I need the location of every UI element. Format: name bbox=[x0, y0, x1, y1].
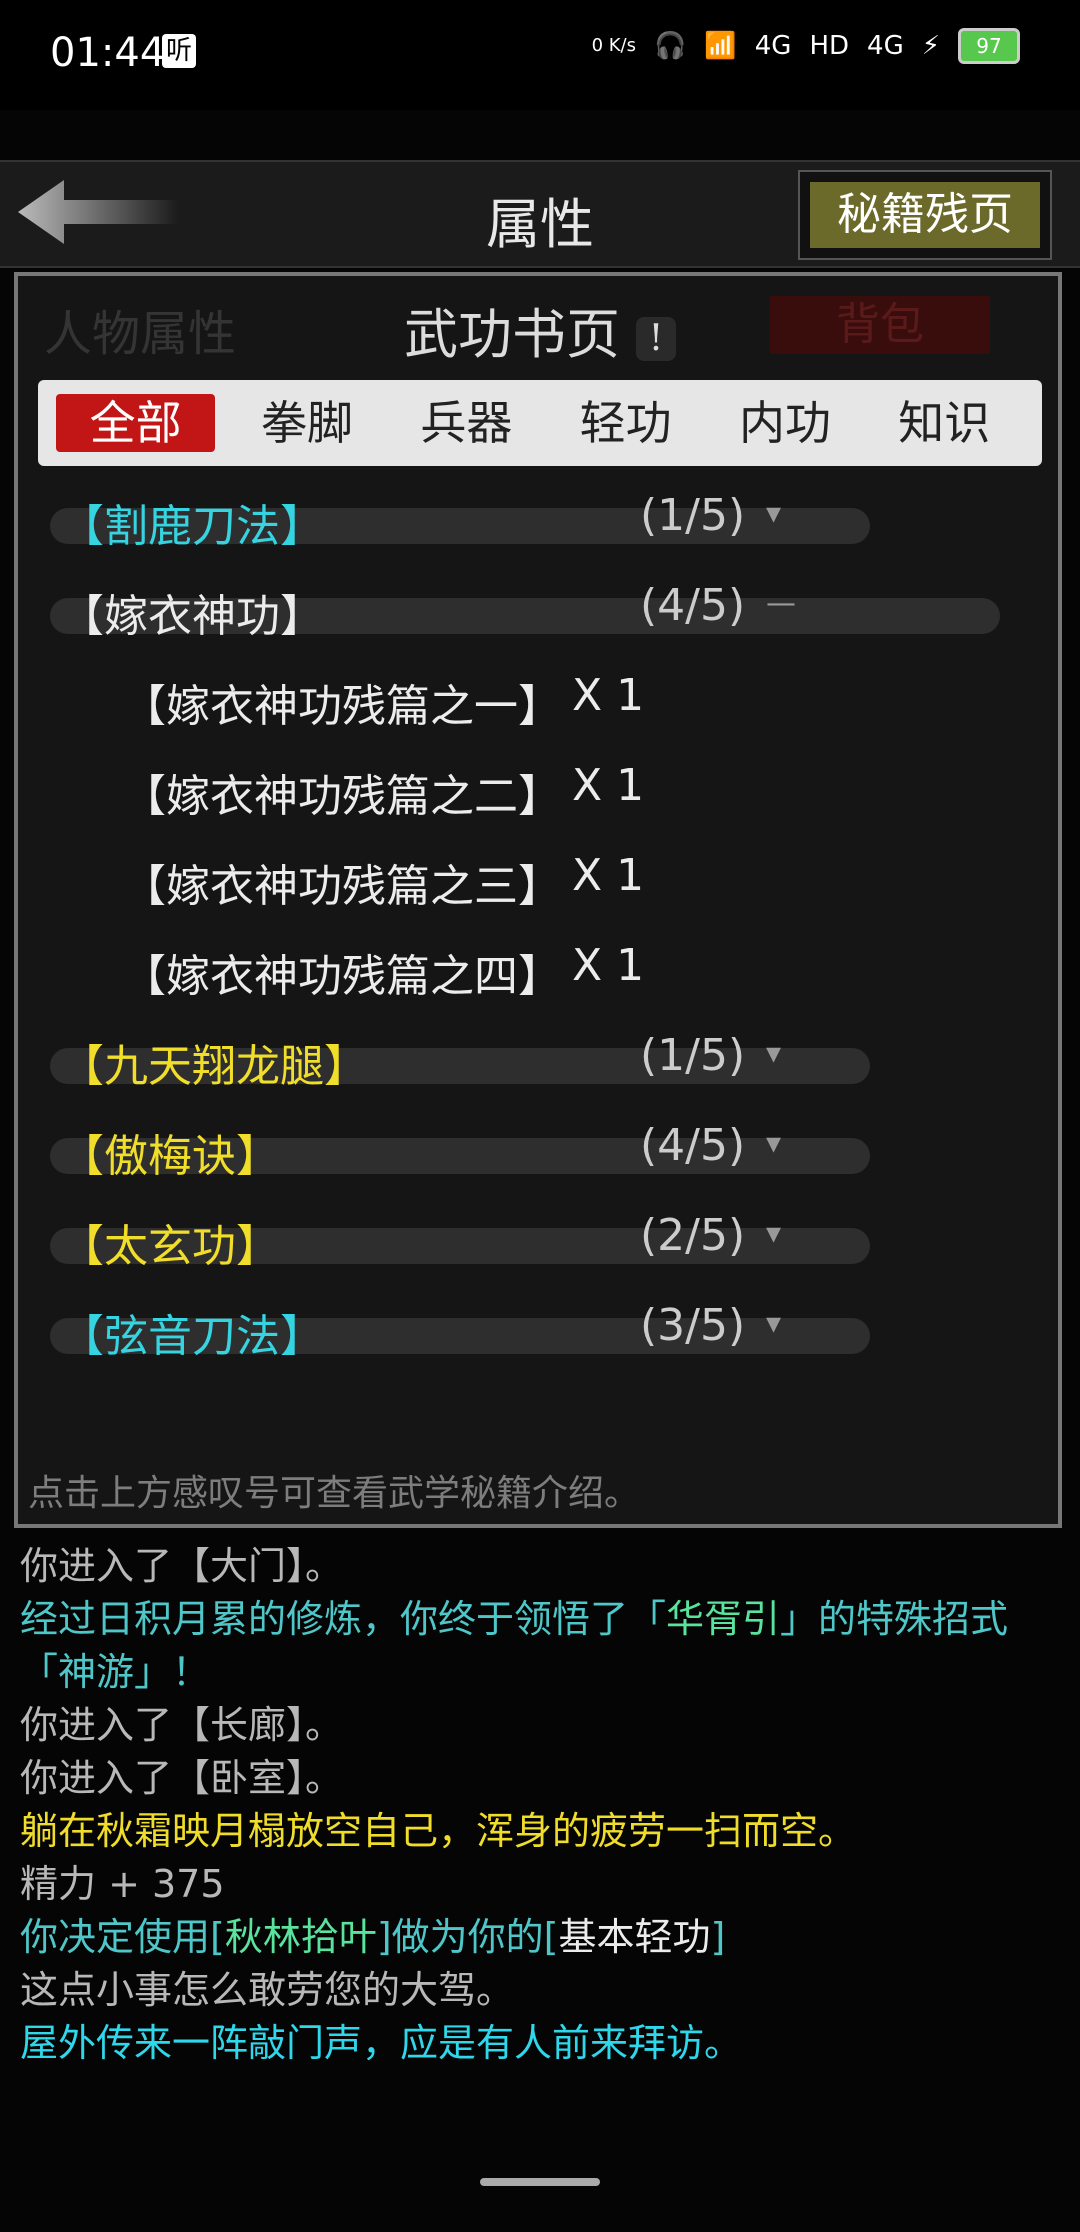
skill-name: 【弦音刀法】 bbox=[60, 1311, 324, 1362]
wifi-icon: 📶 bbox=[704, 31, 737, 61]
page-name: 【嫁衣神功残篇之三】 bbox=[122, 861, 562, 912]
log-line: 这点小事怎么敢劳您的大驾。 bbox=[20, 1968, 515, 2012]
top-bar: 属性 秘籍残页 bbox=[0, 160, 1080, 268]
headphone-icon: 🎧 bbox=[654, 31, 687, 61]
skill-progress: (2/5) bbox=[640, 1210, 746, 1261]
chevron-down-icon[interactable]: ▾ bbox=[766, 1306, 781, 1341]
skill-row[interactable]: 【嫁衣神功】 (4/5) — bbox=[50, 570, 1020, 660]
chevron-down-icon[interactable]: ▾ bbox=[766, 1036, 781, 1071]
log-line: 精力 + 375 bbox=[20, 1862, 225, 1906]
cheat-pages-label: 秘籍残页 bbox=[810, 182, 1040, 248]
tab-fist-kick[interactable]: 拳脚 bbox=[227, 394, 386, 452]
clock: 01:44 bbox=[50, 30, 166, 76]
page-name: 【嫁衣神功残篇之一】 bbox=[122, 681, 562, 732]
status-icons: 0 K/s 🎧 📶 4G HD 4G ⚡ 97 bbox=[592, 28, 1020, 64]
skill-row[interactable]: 【傲梅诀】 (4/5) ▾ bbox=[50, 1110, 1020, 1200]
log-line: 你进入了【长廊】。 bbox=[20, 1703, 344, 1747]
tab-weapon[interactable]: 兵器 bbox=[387, 394, 546, 452]
skill-row[interactable]: 【九天翔龙腿】 (1/5) ▾ bbox=[50, 1020, 1020, 1110]
cheat-pages-button[interactable]: 秘籍残页 bbox=[798, 170, 1052, 260]
log-text: ]做为你的[ bbox=[376, 1915, 559, 1959]
log-line: 躺在秋霜映月榻放空自己，浑身的疲劳一扫而空。 bbox=[20, 1809, 857, 1853]
skill-name: 【九天翔龙腿】 bbox=[60, 1041, 368, 1092]
dialog-title: 武功书页! bbox=[0, 290, 1080, 369]
page-qty: X 1 bbox=[572, 760, 645, 811]
skill-progress: (1/5) bbox=[640, 1030, 746, 1081]
skill-name: 【傲梅诀】 bbox=[60, 1131, 280, 1182]
skill-row[interactable]: 【弦音刀法】 (3/5) ▾ bbox=[50, 1290, 1020, 1380]
page-row: 【嫁衣神功残篇之四】 X 1 bbox=[60, 930, 1020, 1020]
chevron-down-icon[interactable]: ▾ bbox=[766, 1126, 781, 1161]
category-tabs: 全部 拳脚 兵器 轻功 内功 知识 bbox=[38, 380, 1042, 466]
hd-icon: HD bbox=[809, 31, 850, 61]
log-skill-link: 华胥引 bbox=[666, 1597, 781, 1641]
dialog-title-text: 武功书页 bbox=[404, 303, 620, 366]
page-qty: X 1 bbox=[572, 940, 645, 991]
chevron-down-icon[interactable]: ▾ bbox=[766, 1216, 781, 1251]
tab-inner-skill[interactable]: 内功 bbox=[705, 394, 864, 452]
collapse-icon[interactable]: — bbox=[766, 586, 796, 621]
page-qty: X 1 bbox=[572, 670, 645, 721]
skill-row[interactable]: 【割鹿刀法】 (1/5) ▾ bbox=[50, 480, 1020, 570]
page-row: 【嫁衣神功残篇之三】 X 1 bbox=[60, 840, 1020, 930]
log-skill-link: 基本轻功 bbox=[558, 1915, 711, 1959]
skill-name: 【割鹿刀法】 bbox=[60, 501, 324, 552]
skill-row[interactable]: 【太玄功】 (2/5) ▾ bbox=[50, 1200, 1020, 1290]
skill-name: 【太玄功】 bbox=[60, 1221, 280, 1272]
page-row: 【嫁衣神功残篇之二】 X 1 bbox=[60, 750, 1020, 840]
page-name: 【嫁衣神功残篇之四】 bbox=[122, 951, 562, 1002]
log-line: 你进入了【卧室】。 bbox=[20, 1756, 344, 1800]
charging-icon: ⚡ bbox=[921, 31, 940, 61]
dialog-hint: 点击上方感叹号可查看武学秘籍介绍。 bbox=[28, 1473, 641, 1514]
speed-icon: 0 K/s bbox=[591, 35, 636, 56]
page-qty: X 1 bbox=[572, 850, 645, 901]
page-name: 【嫁衣神功残篇之二】 bbox=[122, 771, 562, 822]
log-line: 你进入了【大门】。 bbox=[20, 1544, 344, 1588]
signal-4g-icon: 4G bbox=[754, 31, 792, 61]
tab-lightness[interactable]: 轻功 bbox=[546, 394, 705, 452]
log-line: 屋外传来一阵敲门声，应是有人前来拜访。 bbox=[20, 2021, 743, 2065]
log-text: 你决定使用[ bbox=[20, 1915, 225, 1959]
log-text: ] bbox=[710, 1915, 726, 1959]
skill-progress: (3/5) bbox=[640, 1300, 746, 1351]
page-row: 【嫁衣神功残篇之一】 X 1 bbox=[60, 660, 1020, 750]
battery-icon: 97 bbox=[958, 28, 1020, 64]
log-line: 你决定使用[秋林拾叶]做为你的[基本轻功] bbox=[20, 1911, 1060, 1964]
status-bar: 01:44 听 0 K/s 🎧 📶 4G HD 4G ⚡ 97 bbox=[0, 0, 1080, 110]
skill-progress: (1/5) bbox=[640, 490, 746, 541]
tab-knowledge[interactable]: 知识 bbox=[865, 394, 1024, 452]
tab-all[interactable]: 全部 bbox=[56, 394, 216, 452]
log-skill-link: 秋林拾叶 bbox=[224, 1915, 377, 1959]
info-exclamation-icon[interactable]: ! bbox=[636, 317, 676, 361]
log-text: 经过日积月累的修炼，你终于领悟了「 bbox=[20, 1597, 667, 1641]
event-log: 你进入了【大门】。 经过日积月累的修炼，你终于领悟了「华胥引」的特殊招式「神游」… bbox=[20, 1540, 1060, 2070]
log-line: 经过日积月累的修炼，你终于领悟了「华胥引」的特殊招式「神游」！ bbox=[20, 1593, 1060, 1699]
app-badge-icon: 听 bbox=[162, 34, 196, 68]
home-indicator[interactable] bbox=[480, 2178, 600, 2186]
skill-name: 【嫁衣神功】 bbox=[60, 591, 324, 642]
skill-progress: (4/5) bbox=[640, 580, 746, 631]
skill-list: 【割鹿刀法】 (1/5) ▾ 【嫁衣神功】 (4/5) — 【嫁衣神功残篇之一】… bbox=[50, 480, 1020, 1380]
chevron-down-icon[interactable]: ▾ bbox=[766, 496, 781, 531]
signal-4g-icon: 4G bbox=[867, 31, 904, 61]
skill-progress: (4/5) bbox=[640, 1120, 746, 1171]
